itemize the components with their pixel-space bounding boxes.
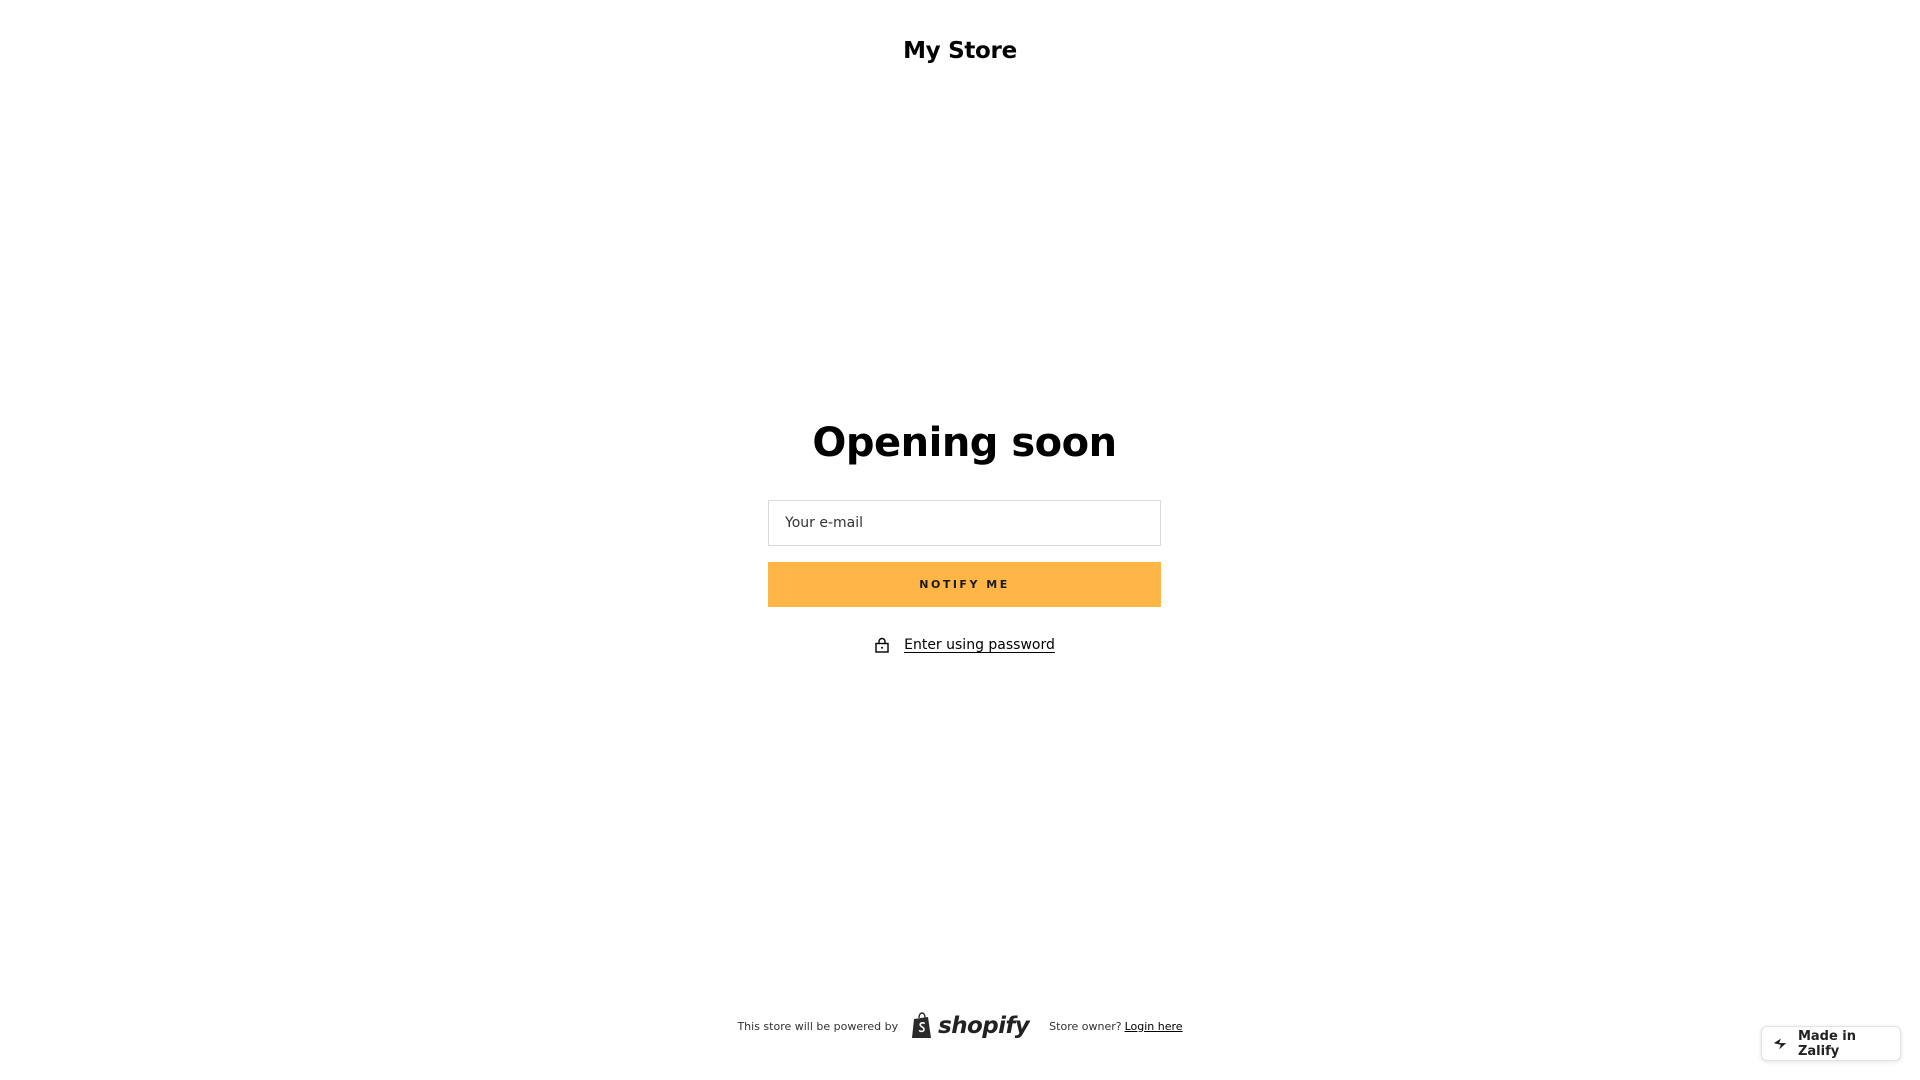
enter-password-link[interactable]: Enter using password [874, 637, 1055, 653]
store-name: My Store [903, 38, 1017, 64]
enter-password-label: Enter using password [904, 637, 1055, 653]
signup-form: Opening soon NOTIFY ME Enter using passw… [768, 418, 1161, 653]
footer: This store will be powered by shopify St… [0, 1012, 1920, 1040]
notify-me-button[interactable]: NOTIFY ME [768, 562, 1161, 607]
email-input[interactable] [768, 500, 1161, 546]
lock-icon [875, 637, 889, 653]
badge-label: Made in Zalify [1797, 1028, 1857, 1059]
shopify-bag-icon [912, 1012, 932, 1038]
login-here-link[interactable]: Login here [1125, 1020, 1183, 1033]
powered-by-text: This store will be powered by [737, 1019, 899, 1033]
shopify-logo: shopify [910, 1012, 1030, 1040]
page: My Store Opening soon NOTIFY ME Enter us… [0, 0, 1920, 1080]
store-owner-text: Store owner? [1049, 1019, 1122, 1033]
page-title: Opening soon [812, 420, 1117, 466]
shopify-wordmark: shopify [938, 1013, 1030, 1039]
zalify-icon [1773, 1038, 1787, 1049]
made-in-zalify-badge[interactable]: Made in Zalify [1761, 1026, 1901, 1061]
